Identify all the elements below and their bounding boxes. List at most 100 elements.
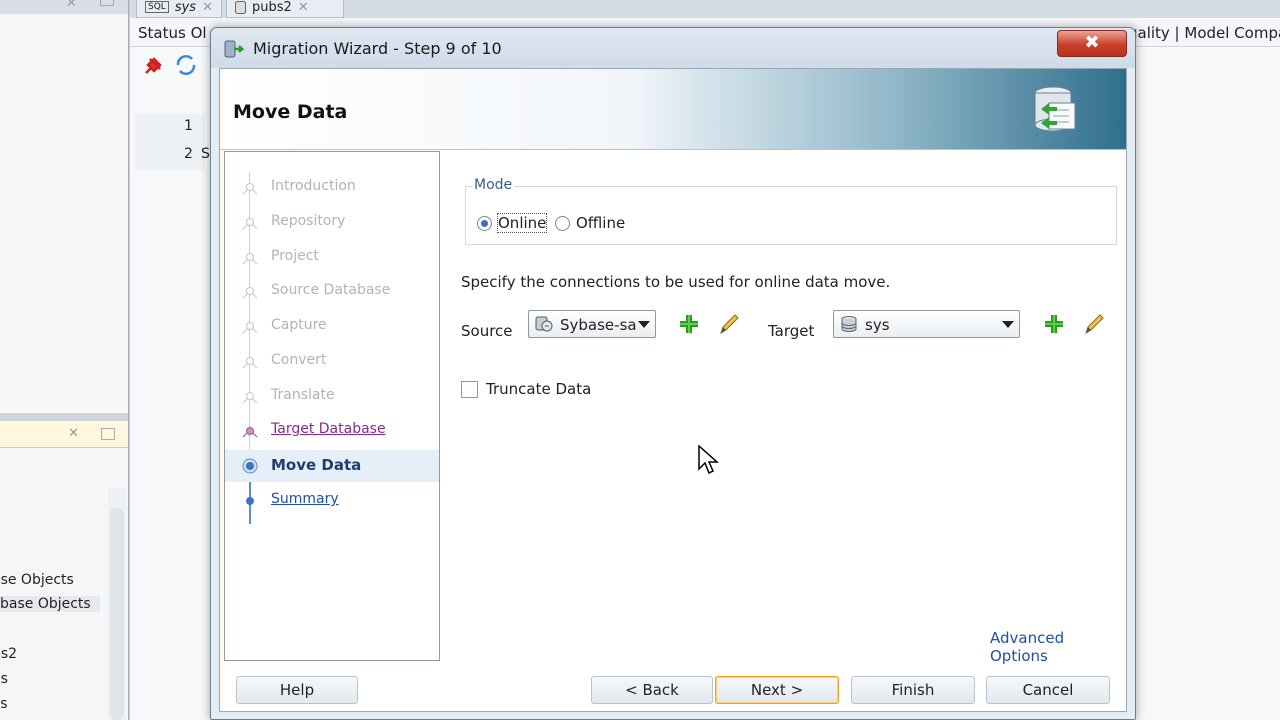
step-node-icon xyxy=(242,357,258,369)
step-label: Capture xyxy=(271,317,327,333)
radio-label: Online xyxy=(496,213,548,233)
help-button[interactable]: Help xyxy=(236,676,358,704)
database-migrate-icon xyxy=(1034,86,1076,132)
wizard-step-convert: Convert xyxy=(225,346,439,378)
truncate-data-checkbox[interactable]: Truncate Data xyxy=(461,380,591,398)
radio-offline[interactable]: Offline xyxy=(555,214,625,232)
mouse-cursor-icon xyxy=(698,445,719,475)
tab-pubs2[interactable]: pubs2 ✕ xyxy=(226,0,344,18)
add-source-connection-icon[interactable] xyxy=(677,312,701,336)
step-label: Project xyxy=(271,248,319,264)
chevron-down-icon xyxy=(638,321,650,328)
source-label: Source xyxy=(461,322,513,340)
tree-item[interactable]: ase Objects xyxy=(0,572,74,588)
tree-item[interactable]: 6 xyxy=(0,547,1,563)
database-icon xyxy=(235,0,246,14)
step-node-icon xyxy=(242,322,258,334)
source-connection-select[interactable]: Sybase-sa xyxy=(528,310,656,338)
row-number: 2 xyxy=(184,146,193,162)
radio-label: Offline xyxy=(576,214,626,232)
step-label: Target Database xyxy=(271,421,386,437)
close-icon[interactable]: ✕ xyxy=(68,426,79,441)
tree-item[interactable]: vs xyxy=(0,696,8,712)
radio-button[interactable] xyxy=(477,215,492,231)
edit-source-connection-icon[interactable] xyxy=(717,312,741,336)
wizard-step-source-database: Source Database xyxy=(225,276,439,308)
scrollbar-thumb[interactable] xyxy=(110,508,124,720)
tab-label: pubs2 xyxy=(252,0,292,15)
step-label: Translate xyxy=(271,387,335,403)
step-label: Source Database xyxy=(271,282,391,298)
sybase-connection-icon xyxy=(535,316,553,332)
close-icon[interactable]: ✕ xyxy=(202,0,213,15)
step-node-icon xyxy=(246,497,254,505)
wizard-content: Mode Online Offline Specify the connecti… xyxy=(448,151,1118,671)
checkbox-box[interactable] xyxy=(461,380,478,398)
panel-divider[interactable] xyxy=(0,413,128,421)
next-button[interactable]: Next > xyxy=(715,676,839,704)
dialog-client-area: Move Data Introduction Repository Project S… xyxy=(219,68,1127,712)
tree-item[interactable]: base Objects xyxy=(0,596,100,612)
radio-online[interactable]: Online xyxy=(477,213,548,233)
wizard-step-repository: Repository xyxy=(225,207,439,239)
row-header xyxy=(135,142,205,170)
step-label: Summary xyxy=(271,491,339,507)
close-button[interactable]: ✖ xyxy=(1057,30,1127,57)
step-label: Convert xyxy=(271,352,327,368)
wizard-step-move-data: Move Data xyxy=(225,450,439,482)
step-node-icon xyxy=(242,427,258,438)
minimize-icon[interactable] xyxy=(101,428,115,440)
finish-button[interactable]: Finish xyxy=(851,676,975,704)
migration-wizard-dialog: Migration Wizard - Step 9 of 10 ✖ Move D… xyxy=(210,27,1136,720)
tab-sys[interactable]: SQL sys ✕ xyxy=(136,0,222,18)
minimize-icon[interactable] xyxy=(100,0,114,6)
row-partial-text: S xyxy=(201,146,210,162)
source-connection-value: Sybase-sa xyxy=(560,316,637,334)
migration-wizard-icon xyxy=(224,40,244,58)
right-tabs[interactable]: uality | Model Compari xyxy=(1128,24,1280,42)
step-node-icon xyxy=(242,253,258,265)
chevron-down-icon xyxy=(1002,321,1014,328)
step-node-icon xyxy=(242,183,258,195)
tree-item[interactable]: es xyxy=(0,671,8,687)
wizard-header: Move Data xyxy=(220,69,1126,150)
dialog-title: Migration Wizard - Step 9 of 10 xyxy=(253,39,502,58)
wizard-step-translate: Translate xyxy=(225,381,439,413)
close-icon[interactable]: ✕ xyxy=(66,0,77,11)
close-icon[interactable]: ✕ xyxy=(298,0,309,15)
step-label: Introduction xyxy=(271,178,356,194)
wizard-steps-panel: Introduction Repository Project Source Data… xyxy=(224,151,440,661)
step-label: Move Data xyxy=(271,456,362,474)
dialog-titlebar[interactable]: Migration Wizard - Step 9 of 10 ✖ xyxy=(211,28,1135,68)
wizard-step-introduction: Introduction xyxy=(225,172,439,204)
step-node-icon xyxy=(242,287,258,299)
target-label: Target xyxy=(768,322,815,340)
mode-group-label: Mode xyxy=(472,177,515,193)
row-header xyxy=(135,114,205,142)
row-number: 1 xyxy=(184,118,193,134)
page-title: Move Data xyxy=(233,101,348,123)
advanced-options-link[interactable]: Advanced Options xyxy=(990,629,1118,665)
target-connection-select[interactable]: sys xyxy=(833,310,1020,338)
target-connection-value: sys xyxy=(865,316,890,334)
instructions-text: Specify the connections to be used for o… xyxy=(461,273,891,291)
tab-label: sys xyxy=(174,0,197,15)
status-tab[interactable]: Status Ol xyxy=(138,24,207,42)
step-node-icon xyxy=(242,392,258,404)
edit-target-connection-icon[interactable] xyxy=(1082,312,1106,336)
checkbox-label: Truncate Data xyxy=(486,380,592,398)
tree-item[interactable]: bs2 xyxy=(0,646,17,662)
refresh-icon[interactable] xyxy=(174,53,200,77)
step-node-icon xyxy=(242,218,258,230)
wizard-step-target-database[interactable]: Target Database xyxy=(225,415,439,447)
cancel-button[interactable]: Cancel xyxy=(986,676,1110,704)
radio-button[interactable] xyxy=(555,215,570,231)
wizard-step-summary[interactable]: Summary xyxy=(225,485,439,517)
step-label: Repository xyxy=(271,213,346,229)
wizard-step-project: Project xyxy=(225,242,439,274)
sql-file-icon: SQL xyxy=(145,1,169,13)
back-button[interactable]: < Back xyxy=(591,676,713,704)
pin-icon[interactable] xyxy=(142,55,164,77)
step-node-icon xyxy=(242,458,258,474)
add-target-connection-icon[interactable] xyxy=(1042,312,1066,336)
